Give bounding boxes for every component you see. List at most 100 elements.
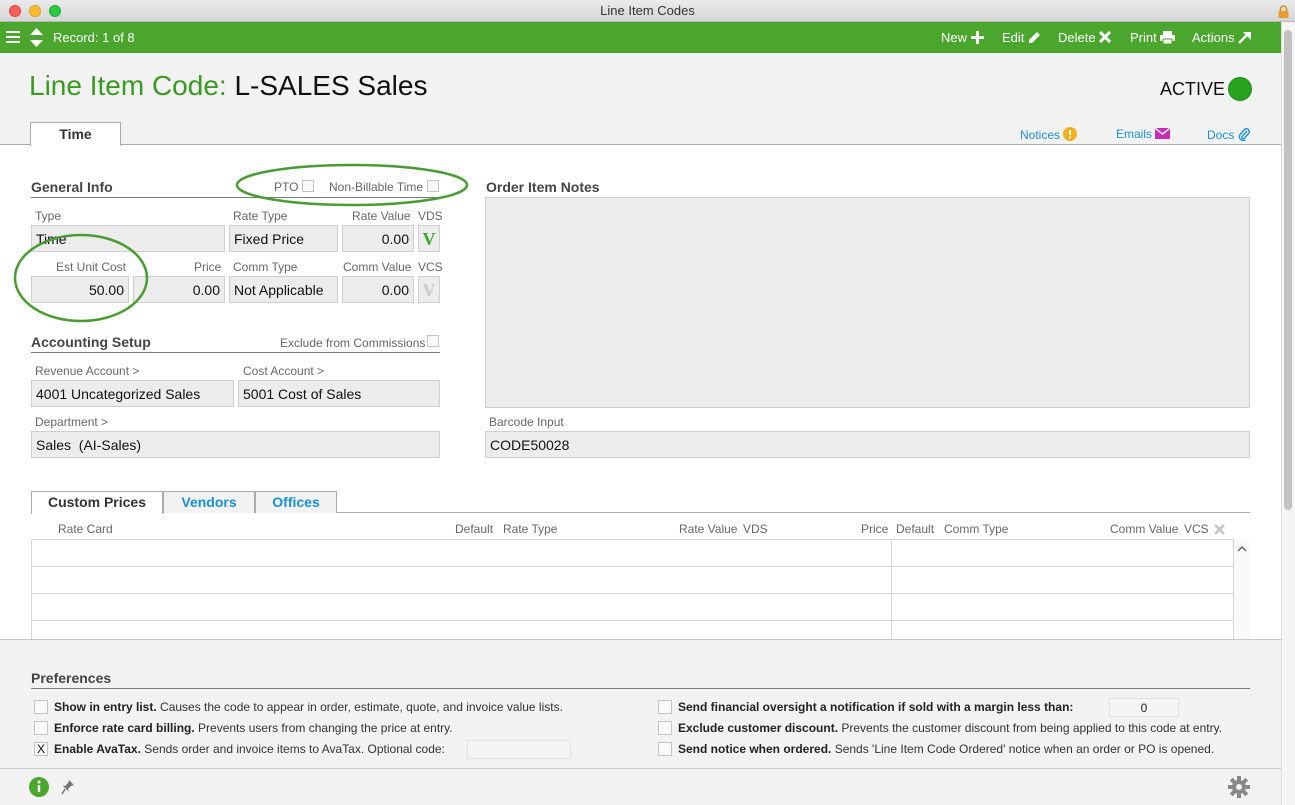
close-window-button[interactable] <box>9 5 21 17</box>
warning-icon <box>1063 127 1078 141</box>
exclude-discount-text: Exclude customer discount. Prevents the … <box>678 721 1222 735</box>
tab-custom-prices[interactable]: Custom Prices <box>31 491 163 514</box>
arrow-out-icon <box>1238 32 1252 44</box>
rate-type-label: Rate Type <box>233 209 288 223</box>
envelope-icon <box>1154 127 1171 139</box>
printer-icon <box>1160 31 1176 45</box>
enable-avatax-checkbox[interactable]: X <box>34 742 48 756</box>
table-row[interactable] <box>31 566 1233 567</box>
column-header-comm-default: Default <box>896 522 935 536</box>
menu-icon[interactable] <box>6 31 20 47</box>
pin-icon[interactable] <box>61 779 75 798</box>
notices-link[interactable]: Notices <box>1020 127 1078 142</box>
notice-when-ordered-checkbox[interactable] <box>658 742 672 756</box>
cost-account-label[interactable]: Cost Account > <box>243 364 324 378</box>
column-header-vds: VDS <box>743 522 768 536</box>
page-title-value: L-SALES Sales <box>234 70 428 101</box>
tab-time[interactable]: Time <box>30 122 121 146</box>
delete-label: Delete <box>1058 30 1096 45</box>
column-header-rate-card: Rate Card <box>58 522 113 536</box>
emails-link[interactable]: Emails <box>1116 127 1171 141</box>
revenue-account-field[interactable]: 4001 Uncategorized Sales <box>31 380 234 407</box>
record-toolbar: Record: 1 of 8 New Edit Delete Print Act… <box>0 22 1281 53</box>
table-row[interactable] <box>31 593 1233 594</box>
department-field[interactable]: Sales (AI-Sales) <box>31 431 440 458</box>
gear-icon[interactable] <box>1228 776 1250 801</box>
avatax-code-input[interactable] <box>467 740 571 759</box>
pref-desc: Prevents the customer discount from bein… <box>838 721 1223 735</box>
actions-button[interactable]: Actions <box>1192 30 1252 45</box>
preferences-heading: Preferences <box>31 670 112 686</box>
docs-label: Docs <box>1207 128 1235 142</box>
print-button[interactable]: Print <box>1130 30 1176 45</box>
show-in-entry-list-checkbox[interactable] <box>34 700 48 714</box>
order-notes-textarea[interactable] <box>485 197 1250 408</box>
custom-prices-table[interactable] <box>31 539 1250 639</box>
margin-threshold-input[interactable]: 0 <box>1109 698 1179 717</box>
enforce-rate-card-checkbox[interactable] <box>34 721 48 735</box>
docs-link[interactable]: Docs <box>1207 127 1250 142</box>
vcs-toggle[interactable]: V <box>418 276 440 303</box>
department-label[interactable]: Department > <box>35 415 108 429</box>
pref-bold: Enable AvaTax. <box>54 742 141 756</box>
table-column-divider <box>891 539 892 639</box>
new-button[interactable]: New <box>941 30 984 45</box>
minimize-window-button[interactable] <box>29 5 41 17</box>
lock-icon <box>1278 4 1289 18</box>
chevron-up-icon[interactable] <box>1237 545 1247 552</box>
rate-value-field[interactable]: 0.00 <box>342 225 414 252</box>
comm-type-field[interactable]: Not Applicable <box>229 276 338 303</box>
enable-avatax-text: Enable AvaTax. Sends order and invoice i… <box>54 742 445 756</box>
column-header-comm-type: Comm Type <box>944 522 1009 536</box>
comm-value-label: Comm Value <box>343 260 412 274</box>
actions-label: Actions <box>1192 30 1235 45</box>
delete-button[interactable]: Delete <box>1058 30 1112 45</box>
exclude-discount-checkbox[interactable] <box>658 721 672 735</box>
vds-toggle[interactable]: V <box>418 225 440 252</box>
status-indicator <box>1228 77 1252 101</box>
print-label: Print <box>1130 30 1157 45</box>
table-scrollbar[interactable] <box>1233 539 1250 639</box>
notice-when-ordered-text: Send notice when ordered. Sends 'Line It… <box>678 742 1214 756</box>
pref-bold: Show in entry list. <box>54 700 157 714</box>
page-title: Line Item Code: L-SALES Sales <box>29 70 427 102</box>
column-header-price: Price <box>861 522 889 536</box>
edit-button[interactable]: Edit <box>1002 30 1041 45</box>
footer-divider <box>0 768 1281 769</box>
exclude-commissions-checkbox[interactable] <box>427 335 439 347</box>
emails-label: Emails <box>1116 127 1153 141</box>
scrollbar-thumb[interactable] <box>1284 30 1292 510</box>
order-notes-heading: Order Item Notes <box>486 179 600 195</box>
section-divider <box>0 639 1281 640</box>
enforce-rate-card-text: Enforce rate card billing. Prevents user… <box>54 721 453 735</box>
paperclip-icon <box>1238 128 1250 142</box>
accounting-divider <box>31 352 440 353</box>
zoom-window-button[interactable] <box>49 5 61 17</box>
column-header-rate-type: Rate Type <box>503 522 558 536</box>
rate-type-field[interactable]: Fixed Price <box>229 225 338 252</box>
highlight-ellipse-cost <box>13 233 149 323</box>
record-navigator-icon[interactable] <box>30 28 43 50</box>
tab-vendors[interactable]: Vendors <box>163 491 255 513</box>
cost-account-field[interactable]: 5001 Cost of Sales <box>238 380 440 407</box>
vds-label: VDS <box>418 209 443 223</box>
type-label: Type <box>35 209 62 223</box>
price-label: Price <box>194 260 222 274</box>
pref-desc: Sends 'Line Item Code Ordered' notice wh… <box>831 742 1215 756</box>
window-title: Line Item Codes <box>600 3 695 18</box>
accounting-heading: Accounting Setup <box>31 334 151 350</box>
clear-columns-icon[interactable] <box>1214 523 1225 538</box>
info-icon[interactable] <box>29 777 49 800</box>
highlight-ellipse-pto <box>235 163 469 207</box>
comm-value-field[interactable]: 0.00 <box>342 276 414 303</box>
tab-offices[interactable]: Offices <box>255 491 337 513</box>
x-icon <box>1099 30 1112 44</box>
financial-oversight-checkbox[interactable] <box>658 700 672 714</box>
plus-icon <box>970 31 984 44</box>
barcode-field[interactable]: CODE50028 <box>485 431 1250 458</box>
column-header-default: Default <box>455 522 494 536</box>
status-text: ACTIVE <box>1160 79 1226 99</box>
revenue-account-label[interactable]: Revenue Account > <box>35 364 139 378</box>
pref-bold: Exclude customer discount. <box>678 721 839 735</box>
table-row[interactable] <box>31 620 1233 621</box>
